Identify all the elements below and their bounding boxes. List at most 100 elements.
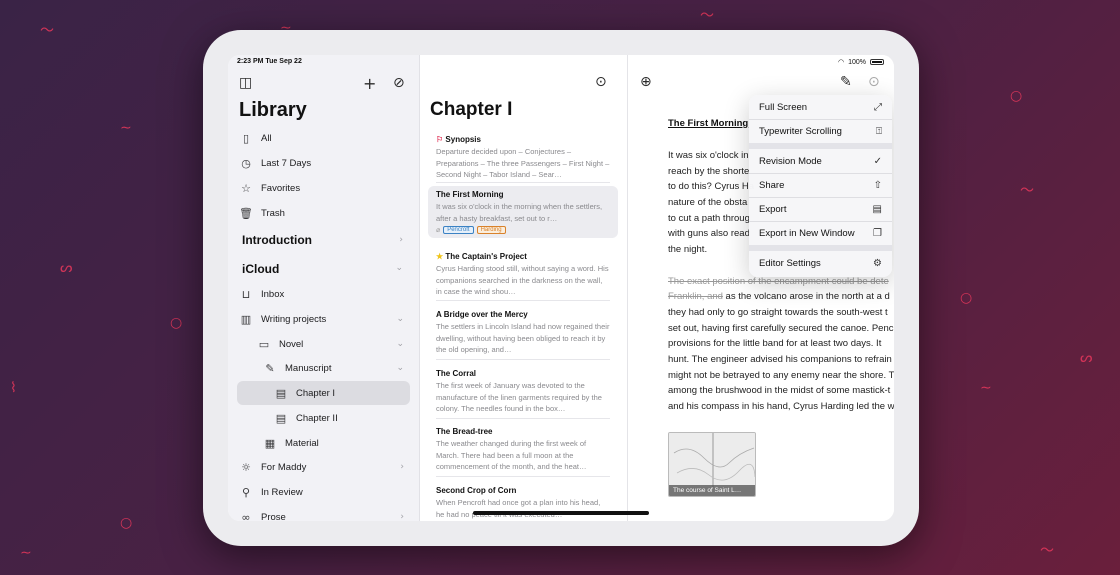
sidebar-item-trash[interactable]: 🗑 Trash <box>237 201 410 225</box>
pen-icon: ✎ <box>265 361 275 375</box>
sheet-item-bread-tree[interactable]: The Bread-tree The weather changed durin… <box>428 423 618 477</box>
section-icloud[interactable]: iCloud <box>242 262 279 276</box>
sidebar-item-label: Prose <box>261 511 286 522</box>
sheet-item-captains-project[interactable]: ★ The Captain's Project Cyrus Harding st… <box>428 248 618 302</box>
more-options-icon[interactable]: ⊙ <box>595 74 607 90</box>
editor-line: among the brushwood in the midst of some… <box>668 385 891 396</box>
sidebar-item-label: Inbox <box>261 288 285 300</box>
checkmark-circle-icon: ✓ <box>873 155 882 167</box>
sidebar-item-in-review[interactable]: ⚲ In Review <box>237 480 410 504</box>
menu-item-label: Revision Mode <box>759 155 822 167</box>
attachment-icon: ⌀ <box>436 226 441 234</box>
chevron-right-icon[interactable]: › <box>399 235 403 245</box>
menu-item-export[interactable]: Export ▤ <box>749 197 892 221</box>
map-illustration <box>669 433 755 487</box>
editor-heading: The First Morning <box>668 118 749 129</box>
divider <box>436 300 610 301</box>
sheet-item-first-morning[interactable]: The First Morning It was six o'clock in … <box>428 186 618 238</box>
divider <box>436 359 610 360</box>
more-icon[interactable]: ⊙ <box>868 74 880 90</box>
sidebar-item-material[interactable]: ▦ Material <box>261 431 410 455</box>
menu-item-revision-mode[interactable]: Revision Mode ✓ <box>749 149 892 173</box>
sidebar-item-chapter-i[interactable]: ▤ Chapter I <box>237 381 410 405</box>
battery-icon <box>870 59 884 65</box>
sidebar-item-label: Material <box>285 437 319 449</box>
new-window-icon: ❐ <box>873 227 882 239</box>
sidebar-toggle-icon[interactable]: ◫ <box>239 75 252 91</box>
sheet-preview: The first week of January was devoted to… <box>436 381 602 413</box>
menu-item-typewriter-scrolling[interactable]: Typewriter Scrolling ⍐ <box>749 119 892 143</box>
sheet-item-synopsis[interactable]: ⚐ Synopsis Departure decided upon – Conj… <box>428 131 618 185</box>
sidebar-item-label: All <box>261 132 272 144</box>
sidebar-item-prose[interactable]: ∞ Prose › <box>237 505 410 522</box>
typewriter-icon: ⍐ <box>876 125 882 137</box>
editor-line: set out, having first carefully secured … <box>668 323 894 334</box>
star-icon: ★ <box>436 252 446 261</box>
sidebar-item-manuscript[interactable]: ✎ Manuscript ⌄ <box>261 356 410 380</box>
sidebar-item-inbox[interactable]: ⊔ Inbox <box>237 282 410 306</box>
star-icon: ☆ <box>241 181 251 195</box>
menu-item-editor-settings[interactable]: Editor Settings ⚙ <box>749 251 892 275</box>
box-icon: ▭ <box>258 337 270 351</box>
clock-icon: ◷ <box>241 156 251 170</box>
editor-text: as the volcano arose in the north at a d <box>722 291 890 302</box>
home-indicator[interactable] <box>473 511 649 515</box>
chevron-down-icon[interactable]: ⌄ <box>395 263 403 273</box>
divider <box>436 476 610 477</box>
chevron-down-icon[interactable]: ⌄ <box>396 363 404 373</box>
sidebar-item-last-7-days[interactable]: ◷ Last 7 Days <box>237 151 410 175</box>
sheet-title: A Bridge over the Mercy <box>436 310 528 319</box>
group-title: Chapter I <box>430 99 513 120</box>
filter-icon[interactable]: ⊘ <box>393 75 405 91</box>
sheet-item-second-crop[interactable]: Second Crop of Corn When Pencroft had on… <box>428 482 618 521</box>
sheet-item-bridge[interactable]: A Bridge over the Mercy The settlers in … <box>428 306 618 360</box>
menu-item-share[interactable]: Share ⇧ <box>749 173 892 197</box>
chevron-right-icon[interactable]: › <box>400 462 404 472</box>
chevron-down-icon[interactable]: ⌄ <box>396 314 404 324</box>
sheet-title: The First Morning <box>436 190 504 199</box>
sheet-title: The Bread-tree <box>436 427 493 436</box>
editor-line: they had only to go straight towards the… <box>668 307 888 318</box>
chevron-right-icon[interactable]: › <box>400 512 404 521</box>
map-image[interactable]: The course of Saint L… <box>668 432 756 497</box>
status-bar: 2:23 PM Tue Sep 22 ◠ 100% <box>228 55 894 71</box>
sidebar-item-chapter-ii[interactable]: ▤ Chapter II <box>272 406 410 430</box>
sidebar-item-for-maddy[interactable]: ☼ For Maddy › <box>237 455 410 479</box>
divider <box>436 418 610 419</box>
image-caption: The course of Saint L… <box>669 485 755 496</box>
sheet-preview: When Pencroft had once got a plan into h… <box>436 498 601 519</box>
sheet-title: The Corral <box>436 369 477 378</box>
menu-item-label: Editor Settings <box>759 257 821 269</box>
sidebar-item-label: Last 7 Days <box>261 157 312 169</box>
share-icon: ⇧ <box>873 179 882 191</box>
chevron-down-icon[interactable]: ⌄ <box>396 339 404 349</box>
status-time: 2:23 PM Tue Sep 22 <box>237 58 302 65</box>
inbox-icon: ⊔ <box>241 287 251 301</box>
glasses-icon: ∞ <box>241 510 251 522</box>
divider <box>436 182 610 183</box>
editor-line: hunt. The engineer advised his companion… <box>668 354 892 365</box>
sidebar-item-label: Chapter I <box>296 387 336 399</box>
sidebar-item-label: Writing projects <box>261 313 327 325</box>
menu-item-full-screen[interactable]: Full Screen ⤢ <box>749 95 892 119</box>
menu-item-export-new-window[interactable]: Export in New Window ❐ <box>749 221 892 245</box>
sidebar-item-all[interactable]: ▯ All <box>237 126 410 150</box>
library-title: Library <box>239 99 307 121</box>
book-icon: ▯ <box>242 131 250 145</box>
sheet-preview: Departure decided upon – Conjectures – P… <box>436 147 610 179</box>
sidebar-item-label: Novel <box>279 338 304 350</box>
sidebar-item-novel[interactable]: ▭ Novel ⌄ <box>255 332 410 356</box>
flag-icon: ⚐ <box>436 135 446 144</box>
battery-percentage: 100% <box>848 58 866 66</box>
section-introduction[interactable]: Introduction <box>242 233 312 247</box>
sidebar-item-favorites[interactable]: ☆ Favorites <box>237 176 410 200</box>
sidebar-item-writing-projects[interactable]: ▥ Writing projects ⌄ <box>237 307 410 331</box>
sidebar-item-label: In Review <box>261 486 303 498</box>
sun-icon: ☼ <box>241 460 251 474</box>
sheet-item-corral[interactable]: The Corral The first week of January was… <box>428 365 618 419</box>
add-icon[interactable]: + <box>363 74 376 93</box>
search-icon[interactable]: ⊕ <box>640 74 652 90</box>
sheet-title: Synopsis <box>445 135 481 144</box>
compose-icon[interactable]: ✎ <box>840 74 852 90</box>
sidebar-item-label: For Maddy <box>261 461 307 473</box>
